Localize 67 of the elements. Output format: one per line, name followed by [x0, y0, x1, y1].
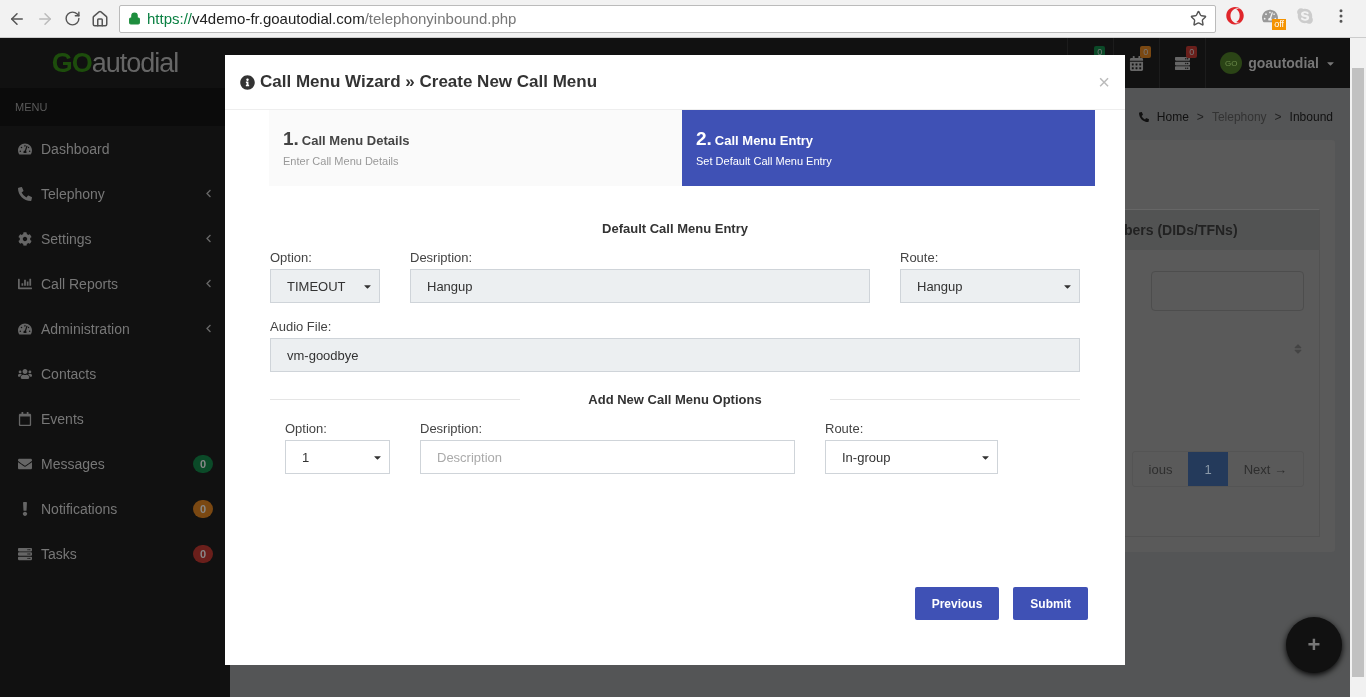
gauge-icon: [18, 321, 32, 336]
input-field[interactable]: Description: [420, 440, 795, 474]
bookmark-star-icon[interactable]: [1190, 10, 1207, 27]
breadcrumb-separator: >: [1196, 110, 1204, 124]
count-badge: 0: [193, 454, 213, 473]
page-link[interactable]: 1: [1188, 452, 1228, 486]
count-badge: 0: [193, 499, 213, 518]
count-badge: 0: [1140, 46, 1152, 58]
users-icon: [18, 366, 32, 381]
reload-button[interactable]: [64, 10, 81, 27]
field-label: Route:: [825, 421, 865, 436]
tasks-icon: [18, 546, 32, 561]
sidebar-item[interactable]: Notifications 0: [0, 486, 230, 531]
notification-button[interactable]: 0: [1159, 38, 1206, 88]
section-heading: Default Call Menu Entry: [601, 221, 749, 236]
field-label: Desription:: [410, 250, 474, 265]
logo: GOautodial: [51, 47, 179, 79]
field-label: Desription:: [420, 421, 484, 436]
field-label: Route:: [900, 250, 940, 265]
calendar-icon: [1129, 55, 1145, 71]
select-field[interactable]: 1: [285, 440, 390, 474]
select-field[interactable]: Hangup: [900, 269, 1080, 303]
sidebar-item[interactable]: Messages 0: [0, 441, 230, 486]
gauge-icon: [18, 141, 32, 156]
count-badge: 0: [193, 544, 213, 563]
sidebar-item[interactable]: Tasks 0: [0, 531, 230, 576]
field-label: Option:: [270, 250, 313, 265]
calendar-icon: [18, 411, 32, 426]
submit-button[interactable]: Submit: [1013, 587, 1088, 620]
breadcrumb-separator: >: [1274, 110, 1282, 124]
phone-icon: [1138, 112, 1149, 122]
sidebar-item[interactable]: Events: [0, 396, 230, 441]
previous-button[interactable]: Previous: [914, 587, 1000, 620]
sidebar-item[interactable]: Administration: [0, 306, 230, 351]
breadcrumb-link[interactable]: Inbound: [1289, 110, 1333, 124]
input-field[interactable]: vm-goodbye: [270, 338, 1080, 372]
chevron-icon: [204, 279, 213, 288]
breadcrumb-link[interactable]: Home: [1156, 110, 1189, 124]
info-icon: [240, 74, 255, 90]
sidebar-item[interactable]: Contacts: [0, 351, 230, 396]
scrollbar[interactable]: [1350, 38, 1366, 697]
field-label: Audio File:: [270, 319, 333, 334]
phone-icon: [18, 186, 32, 201]
sidebar-item[interactable]: Dashboard: [0, 126, 230, 171]
sidebar-item[interactable]: Call Reports: [0, 261, 230, 306]
dialog-title: Call Menu Wizard » Create New Call Menu: [260, 72, 599, 92]
chevron-icon: [204, 234, 213, 243]
section-heading: Add New Call Menu Options: [587, 392, 763, 407]
sidebar-item[interactable]: Telephony: [0, 171, 230, 216]
select-field[interactable]: TIMEOUT: [270, 269, 380, 303]
settings-icon: [18, 231, 32, 246]
tasks-icon: [1175, 55, 1191, 71]
select-field[interactable]: In-group: [825, 440, 998, 474]
input-field[interactable]: Hangup: [410, 269, 870, 303]
field-label: Option:: [285, 421, 328, 436]
count-badge: 0: [1186, 46, 1198, 58]
sidebar-item[interactable]: Settings: [0, 216, 230, 261]
address-bar[interactable]: https://v4demo-fr.goautodial.com/telephonyinbound.php: [119, 4, 1216, 33]
chevron-icon: [204, 189, 213, 198]
wizard-step[interactable]: 1.Call Menu Details Enter Call Menu Details: [269, 110, 682, 186]
chevron-icon: [204, 324, 213, 333]
wizard-step[interactable]: 2.Call Menu Entry Set Default Call Menu Entry: [682, 110, 1095, 186]
home-button[interactable]: [91, 9, 109, 28]
lock-icon: [128, 12, 141, 25]
bar-chart-icon: [18, 276, 32, 291]
extension-button[interactable]: off: [1262, 7, 1286, 30]
envelope-icon: [18, 456, 32, 471]
